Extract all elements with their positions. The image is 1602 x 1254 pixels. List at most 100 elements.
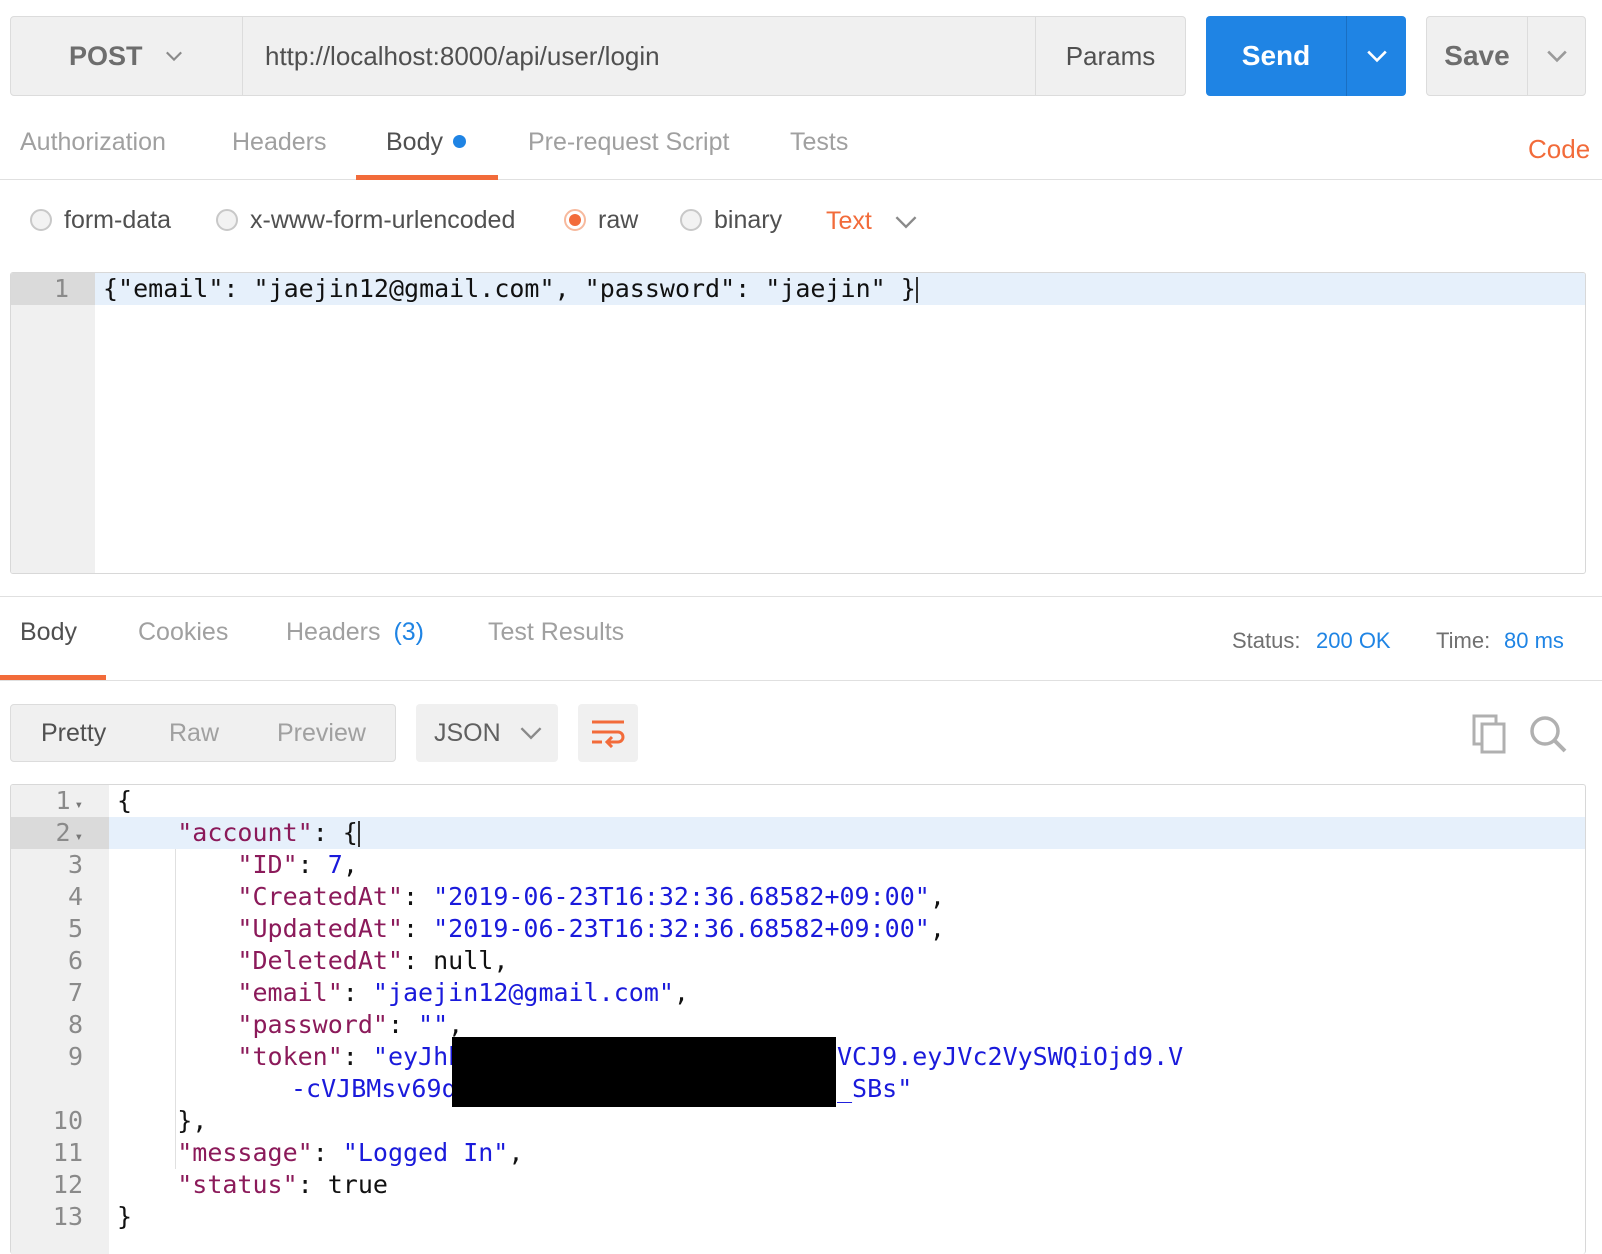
content-type-select[interactable]: Text — [826, 207, 918, 236]
status-label: Status: — [1232, 628, 1301, 653]
json-value: "2019-06-23T16:32:36.68582+09:00" — [433, 914, 930, 943]
json-line: "email": "jaejin12@gmail.com", — [237, 978, 689, 1007]
section-divider — [0, 596, 1602, 597]
active-tab-indicator — [356, 175, 498, 180]
format-select[interactable]: JSON — [416, 704, 558, 762]
send-options-button[interactable] — [1346, 16, 1406, 96]
response-tabs-divider — [0, 680, 1602, 681]
json-line: "account": { — [177, 818, 360, 847]
line-number-text: 1 — [55, 786, 71, 815]
view-mode-pretty[interactable]: Pretty — [41, 705, 106, 761]
url-input[interactable]: http://localhost:8000/api/user/login — [243, 17, 1035, 95]
line-number: 2 ▾ — [11, 818, 84, 847]
radio-circle-checked — [564, 209, 586, 231]
line-number: 5 — [67, 914, 83, 943]
send-button-group: Send — [1206, 16, 1406, 96]
json-line: "ID": 7, — [237, 850, 358, 879]
modified-dot-icon — [452, 134, 466, 148]
radio-form-data[interactable]: form-data — [30, 204, 171, 236]
fold-arrow-icon[interactable]: ▾ — [75, 829, 83, 845]
code-link[interactable]: Code — [1528, 134, 1590, 165]
json-key: "account" — [177, 818, 313, 847]
json-key: "token" — [237, 1042, 343, 1071]
code-line: {"email": "jaejin12@gmail.com", "passwor… — [103, 274, 918, 303]
view-mode-raw[interactable]: Raw — [169, 705, 219, 761]
json-line: "password": "", — [237, 1010, 464, 1039]
format-label: JSON — [434, 718, 501, 747]
json-key: "message" — [177, 1138, 313, 1167]
text-cursor — [357, 821, 360, 847]
tab-body-label: Body — [386, 128, 443, 156]
search-button[interactable] — [1526, 712, 1570, 756]
method-label: POST — [69, 40, 143, 71]
params-button[interactable]: Params — [1035, 17, 1185, 95]
editor-gutter — [11, 273, 95, 573]
json-line: "message": "Logged In", — [177, 1138, 524, 1167]
radio-circle — [680, 209, 702, 231]
radio-label: x-www-form-urlencoded — [250, 205, 516, 234]
line-number-text: 2 — [55, 818, 71, 847]
request-body-editor[interactable]: 1 {"email": "jaejin12@gmail.com", "passw… — [10, 272, 1586, 574]
copy-button[interactable] — [1470, 712, 1510, 756]
request-url-bar: POST http://localhost:8000/api/user/logi… — [10, 16, 1186, 96]
send-button[interactable]: Send — [1206, 16, 1346, 96]
json-line: "token": "eyJhbG — [237, 1042, 479, 1071]
json-key: "email" — [237, 978, 343, 1007]
active-response-tab-indicator — [0, 675, 106, 680]
line-number: 6 — [67, 946, 83, 975]
tab-pre-request-script[interactable]: Pre-request Script — [528, 128, 729, 157]
json-line: "UpdatedAt": "2019-06-23T16:32:36.68582+… — [237, 914, 945, 943]
chevron-down-icon — [895, 215, 917, 228]
headers-count-badge: (3) — [393, 618, 425, 646]
tab-body[interactable]: Body — [386, 128, 466, 157]
tab-authorization[interactable]: Authorization — [20, 128, 166, 157]
line-number: 3 — [67, 850, 83, 879]
search-icon — [1530, 716, 1567, 753]
chevron-down-icon — [520, 727, 542, 740]
method-select[interactable]: POST — [11, 17, 243, 95]
json-line: } — [117, 1202, 133, 1231]
radio-label: binary — [714, 205, 783, 234]
json-value: "2019-06-23T16:32:36.68582+09:00" — [433, 882, 930, 911]
wrap-lines-button[interactable] — [578, 704, 638, 762]
radio-label: raw — [598, 205, 639, 234]
radio-circle — [30, 209, 52, 231]
json-value: "jaejin12@gmail.com" — [372, 978, 674, 1007]
json-key: "DeletedAt" — [237, 946, 403, 975]
time-label: Time: — [1436, 628, 1491, 653]
line-number: 10 — [52, 1106, 83, 1135]
tab-tests[interactable]: Tests — [790, 128, 848, 157]
response-tab-cookies[interactable]: Cookies — [138, 618, 228, 647]
fold-arrow-icon[interactable]: ▾ — [75, 797, 83, 813]
save-options-button[interactable] — [1527, 17, 1585, 95]
radio-x-www-form-urlencoded[interactable]: x-www-form-urlencoded — [216, 204, 515, 236]
json-key: "password" — [237, 1010, 388, 1039]
json-value: 7 — [327, 850, 343, 879]
json-line: "status": true — [177, 1170, 388, 1199]
response-body-viewer[interactable]: 1 ▾ 2 ▾ 3 4 5 6 7 8 9 10 11 12 13 { "accou… — [10, 784, 1586, 1254]
radio-binary[interactable]: binary — [680, 204, 782, 236]
radio-raw[interactable]: raw — [564, 204, 638, 236]
line-number: 1 ▾ — [11, 786, 84, 815]
json-value: "" — [418, 1010, 449, 1039]
response-tab-test-results[interactable]: Test Results — [488, 618, 624, 647]
json-key: "CreatedAt" — [237, 882, 403, 911]
chevron-down-icon — [165, 51, 182, 62]
line-number: 1 — [53, 274, 69, 303]
wrap-lines-icon — [592, 720, 625, 748]
line-number: 13 — [52, 1202, 83, 1231]
code-text: {"email": "jaejin12@gmail.com", "passwor… — [103, 274, 916, 303]
save-button-group: Save — [1426, 16, 1586, 96]
json-value: null — [433, 946, 494, 975]
response-tab-headers-label: Headers — [286, 618, 381, 646]
view-mode-preview[interactable]: Preview — [277, 705, 366, 761]
response-tab-body[interactable]: Body — [20, 618, 77, 647]
json-value: true — [327, 1170, 388, 1199]
json-line: { — [117, 786, 132, 815]
response-tab-headers[interactable]: Headers (3) — [286, 618, 424, 647]
radio-label: form-data — [64, 205, 171, 234]
radio-circle — [216, 209, 238, 231]
json-value-continued: -cVJBMsv69q — [291, 1074, 457, 1103]
tab-headers[interactable]: Headers — [232, 128, 327, 157]
save-button[interactable]: Save — [1427, 17, 1527, 95]
